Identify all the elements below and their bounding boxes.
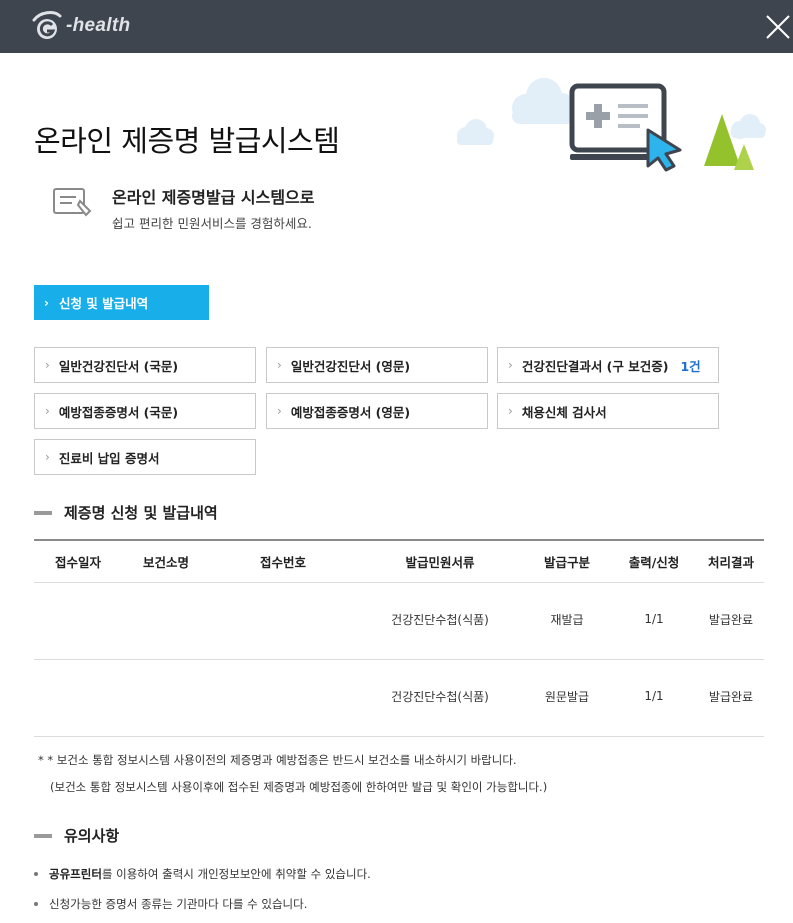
column-header[interactable]: 접수일자 (34, 552, 122, 571)
intro-heading: 온라인 제증명발급 시스템으로 (112, 188, 315, 207)
history-table: 접수일자 보건소명 접수번호 발급민원서류 발급구분 출력/신청 처리결과 건강… (34, 539, 764, 737)
column-header[interactable]: 처리결과 (698, 552, 764, 571)
doc-button-general-health-korean[interactable]: › 일반건강진단서 (국문) (34, 347, 256, 383)
column-header[interactable]: 발급구분 (524, 552, 610, 571)
column-header[interactable]: 접수번호 (210, 552, 356, 571)
caution-section-heading: 유의사항 (34, 825, 119, 846)
caution-text: 를 이용하여 출력시 개인정보보안에 취약할 수 있습니다. (101, 867, 371, 881)
cloud-large (512, 78, 575, 124)
doc-button-vaccination-english[interactable]: › 예방접종증명서 (영문) (266, 393, 488, 429)
history-section-title: 제증명 신청 및 발급내역 (64, 504, 218, 522)
bullet-dot-icon (34, 902, 38, 906)
cell-result: 발급완료 (708, 612, 754, 627)
notice-line-2: (보건소 통합 정보시스템 사용이후에 접수된 제증명과 예방접종에 한하여만 … (50, 780, 548, 794)
table-row[interactable]: 건강진단수첩(식품) 원문발급 1/1 발급완료 (34, 660, 764, 737)
doc-button-medical-payment[interactable]: › 진료비 납입 증명서 (34, 439, 256, 475)
doc-button-health-check-result[interactable]: › 건강진단결과서 (구 보건증) 1건 (497, 347, 719, 383)
table-row[interactable]: 건강진단수첩(식품) 재발급 1/1 발급완료 (34, 583, 764, 660)
doc-button-label: 진료비 납입 증명서 (58, 450, 160, 466)
bullet-dot-icon (34, 872, 38, 876)
caution-bold-text: 공유프린터 (49, 867, 102, 881)
column-header[interactable]: 발급민원서류 (356, 552, 524, 571)
chevron-right-icon: › (508, 358, 513, 372)
caution-section-title: 유의사항 (64, 827, 120, 845)
application-history-label: 신청 및 발급내역 (58, 296, 149, 311)
notice-line-1: * * 보건소 통합 정보시스템 사용이전의 제증명과 예방접종은 반드시 보건… (38, 753, 517, 767)
document-pen-icon (53, 188, 92, 217)
doc-button-label: 건강진단결과서 (구 보건증) (521, 358, 669, 374)
cell-issue-type: 재발급 (550, 612, 584, 627)
caution-item: 공유프린터를 이용하여 출력시 개인정보보안에 취약할 수 있습니다. (34, 866, 371, 882)
caution-text: 신청가능한 증명서 종류는 기관마다 다를 수 있습니다. (49, 897, 308, 911)
cell-issue-type: 원문발급 (544, 689, 590, 704)
hero-illustration (457, 78, 766, 172)
logo-text: -health (66, 15, 131, 36)
doc-count-badge: 1건 (680, 358, 701, 374)
cell-document: 건강진단수첩(식품) (391, 612, 489, 627)
cell-print-count: 1/1 (644, 689, 664, 703)
doc-button-label: 일반건강진단서 (영문) (290, 358, 411, 374)
chevron-right-icon: › (277, 404, 282, 418)
column-header[interactable]: 보건소명 (122, 552, 210, 571)
g-logo-icon (32, 11, 62, 39)
top-bar: -health (0, 0, 793, 53)
history-section-heading: 제증명 신청 및 발급내역 (34, 502, 218, 523)
intro-subtext: 쉽고 편리한 민원서비스를 경험하세요. (112, 216, 312, 231)
doc-button-vaccination-korean[interactable]: › 예방접종증명서 (국문) (34, 393, 256, 429)
chevron-right-icon: › (44, 295, 49, 310)
application-history-button[interactable]: › 신청 및 발급내역 (34, 285, 209, 320)
cloud-small-left (457, 119, 494, 145)
chevron-right-icon: › (508, 404, 513, 418)
page-title: 온라인 제증명 발급시스템 (34, 124, 340, 158)
doc-button-label: 예방접종증명서 (국문) (58, 404, 179, 420)
section-bar-icon (34, 510, 52, 515)
section-bar-icon (34, 833, 52, 838)
chevron-right-icon: › (277, 358, 282, 372)
table-header-row: 접수일자 보건소명 접수번호 발급민원서류 발급구분 출력/신청 처리결과 (34, 541, 764, 583)
chevron-right-icon: › (45, 450, 50, 464)
column-header[interactable]: 출력/신청 (610, 552, 698, 571)
caution-item: 신청가능한 증명서 종류는 기관마다 다를 수 있습니다. (34, 896, 307, 912)
doc-button-label: 채용신체 검사서 (521, 404, 607, 420)
chevron-right-icon: › (45, 404, 50, 418)
doc-button-label: 예방접종증명서 (영문) (290, 404, 411, 420)
chevron-right-icon: › (45, 358, 50, 372)
doc-button-label: 일반건강진단서 (국문) (58, 358, 179, 374)
g-health-logo[interactable]: -health (30, 10, 130, 42)
doc-button-employment-physical[interactable]: › 채용신체 검사서 (497, 393, 719, 429)
close-icon[interactable] (765, 14, 791, 40)
doc-button-general-health-english[interactable]: › 일반건강진단서 (영문) (266, 347, 488, 383)
cell-document: 건강진단수첩(식품) (391, 689, 489, 704)
cloud-small-right (731, 114, 766, 139)
cell-print-count: 1/1 (644, 612, 664, 626)
cell-result: 발급완료 (708, 689, 754, 704)
